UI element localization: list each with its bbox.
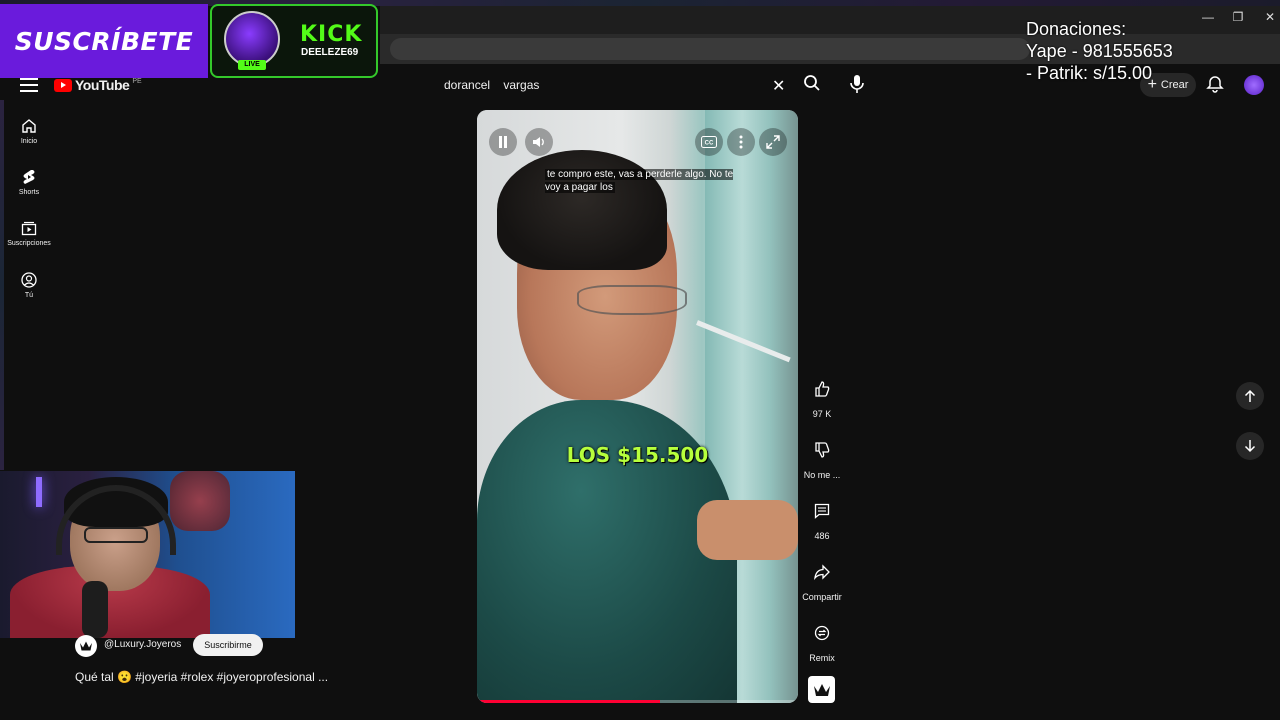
more-options-icon[interactable] (727, 128, 755, 156)
channel-name[interactable]: @Luxury.Joyeros (104, 639, 181, 650)
donations-line: Yape - 981555653 (1026, 41, 1173, 61)
menu-icon[interactable] (20, 78, 40, 94)
channel-avatar[interactable] (75, 635, 97, 657)
channel-thumbnail[interactable] (808, 676, 835, 703)
video-progress-fill (477, 700, 660, 703)
share-icon (808, 558, 836, 586)
kick-overlay: LIVE KICK DEELEZE69 (210, 4, 378, 78)
kick-logo: KICK (300, 22, 363, 47)
like-icon (808, 375, 836, 403)
donations-overlay: Donaciones: Yape - 981555653 - Patrik: s… (1026, 18, 1276, 84)
sidebar-item-label: Suscripciones (7, 240, 51, 247)
browser-url-field[interactable] (390, 38, 1030, 60)
microphone-icon[interactable] (848, 74, 868, 94)
sidebar-item-shorts[interactable]: Shorts (4, 169, 54, 196)
webcam-decoration (170, 471, 230, 531)
arrow-down-icon (1244, 440, 1256, 453)
subscribe-overlay-banner: SUSCRÍBETE (0, 4, 208, 78)
country-code: PE (132, 77, 142, 85)
arrow-up-icon (1244, 389, 1256, 402)
webcam-glasses (84, 527, 148, 543)
subscribe-overlay-text: SUSCRÍBETE (14, 26, 194, 56)
search-icon[interactable] (803, 74, 823, 94)
streamer-webcam (0, 471, 295, 638)
sidebar-item-subscriptions[interactable]: Suscripciones (4, 220, 54, 247)
shorts-icon (23, 170, 35, 184)
comment-count: 486 (814, 531, 830, 541)
subscriptions-icon (21, 221, 37, 236)
search-input[interactable] (432, 71, 796, 99)
donations-line: Donaciones: (1026, 19, 1127, 39)
clear-search-icon[interactable]: ✕ (772, 76, 785, 96)
video-progress-bar[interactable] (477, 700, 798, 703)
volume-icon[interactable] (525, 128, 553, 156)
sidebar-item-you[interactable]: Tú (4, 272, 54, 299)
sidebar-item-label: Inicio (20, 138, 38, 145)
youtube-play-icon (54, 78, 72, 92)
video-caption: te compro este, vas a perderle algo. No … (545, 168, 735, 194)
previous-video-button[interactable] (1236, 382, 1264, 410)
search-box (432, 71, 796, 99)
short-video-player[interactable]: CC te compro este, vas a perderle algo. … (477, 110, 798, 703)
pause-icon[interactable] (489, 128, 517, 156)
comment-icon (808, 497, 836, 525)
dislike-label: No me ... (803, 470, 841, 480)
video-person-glasses (577, 285, 687, 315)
svg-text:CC: CC (705, 141, 714, 147)
kick-username: DEELEZE69 (301, 47, 359, 58)
webcam-microphone (82, 581, 108, 638)
dislike-button[interactable]: No me ... (800, 436, 844, 480)
share-button[interactable]: Compartir (800, 558, 844, 602)
like-button[interactable]: 97 K (800, 375, 844, 419)
comments-button[interactable]: 486 (800, 497, 844, 541)
kick-avatar (224, 11, 280, 67)
next-video-button[interactable] (1236, 432, 1264, 460)
video-title[interactable]: Qué tal 😮 #joyeria #rolex #joyeroprofesi… (75, 670, 328, 684)
donations-line: - Patrik: s/15.00 (1026, 63, 1153, 83)
remix-icon (808, 619, 836, 647)
subscribe-button[interactable]: Suscribirme (193, 634, 263, 656)
youtube-logo-text: YouTube (75, 77, 130, 93)
you-icon (21, 272, 37, 288)
sidebar-item-label: Shorts (18, 189, 40, 196)
video-overlay-text: LOS $15.500 (566, 443, 709, 467)
video-caption-text: te compro este, vas a perderle algo. No … (545, 169, 734, 193)
share-label: Compartir (802, 592, 842, 602)
dislike-icon (808, 436, 836, 464)
live-badge: LIVE (238, 60, 266, 70)
captions-icon[interactable]: CC (695, 128, 723, 156)
webcam-led-light (36, 477, 42, 507)
crown-icon (80, 641, 92, 651)
remix-button[interactable]: Remix (800, 619, 844, 663)
fullscreen-icon[interactable] (759, 128, 787, 156)
remix-label: Remix (809, 653, 835, 663)
home-icon (22, 119, 36, 133)
crown-icon (813, 683, 830, 696)
sidebar-item-home[interactable]: Inicio (4, 118, 54, 145)
sidebar-item-label: Tú (24, 292, 34, 299)
video-person-arm (697, 500, 798, 560)
youtube-logo[interactable]: YouTube PE (54, 77, 142, 93)
like-count: 97 K (812, 409, 832, 419)
